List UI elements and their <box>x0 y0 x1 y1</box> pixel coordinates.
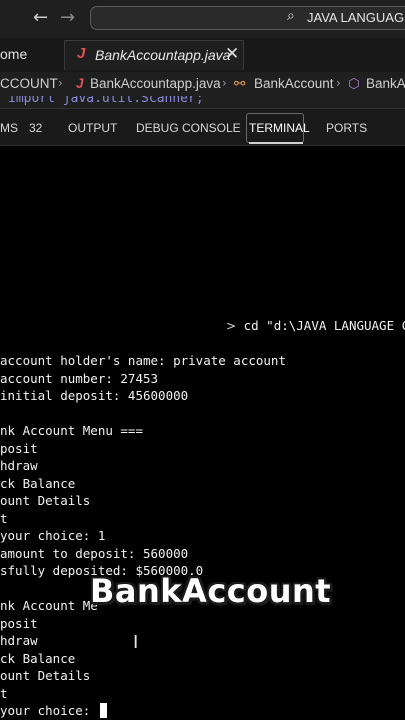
text-cursor-icon: I <box>133 632 139 653</box>
breadcrumb-item-class[interactable]: BankAccount <box>254 76 334 91</box>
java-file-icon: J <box>76 76 84 91</box>
editor-tab-bar: ome J BankAccountapp.java ✕ <box>0 38 405 73</box>
terminal-input-line[interactable]: your choice: <box>0 702 107 719</box>
terminal-output-line: ount Details <box>0 668 91 683</box>
terminal-output-line: hdraw <box>0 633 38 648</box>
search-icon: ⌕ <box>287 8 295 24</box>
class-icon: ⚯ <box>234 76 246 92</box>
chevron-right-icon: › <box>58 76 63 90</box>
code-line: import java.util.Scanner; <box>8 96 204 106</box>
close-icon[interactable]: ✕ <box>225 44 239 64</box>
title-bar: ← → ⌕ JAVA LANGUAGE C <box>0 0 405 38</box>
terminal-cursor <box>99 703 107 718</box>
terminal-output-line: nk Account Menu === <box>0 423 143 438</box>
tab-bankaccountapp[interactable]: J BankAccountapp.java ✕ <box>64 40 244 70</box>
terminal-output-line: ck Balance <box>0 475 76 491</box>
caption-overlay: BankAccount <box>90 572 332 610</box>
terminal-output-line: t <box>0 510 8 526</box>
terminal-prompt-text: your choice: <box>0 703 98 718</box>
java-file-icon: J <box>77 45 86 62</box>
problems-count-badge: 32 <box>29 121 43 135</box>
terminal-command-line: > cd "d:\JAVA LANGUAGE CO <box>226 317 405 335</box>
tab-problems[interactable]: MS <box>0 121 18 135</box>
code-peek: import java.util.Scanner; <box>0 96 405 108</box>
terminal-output-line: ck Balance <box>0 650 76 666</box>
terminal-output-line: account number: 27453 <box>0 370 159 386</box>
terminal-command: cd "d:\JAVA LANGUAGE CO <box>243 318 405 333</box>
active-tab-underline <box>249 142 303 144</box>
arrow-left-icon[interactable]: ← <box>33 7 48 28</box>
panel-tab-bar: MS 32 OUTPUT DEBUG CONSOLE TERMINAL PORT… <box>0 108 405 146</box>
terminal-output-line: posit <box>0 440 38 456</box>
terminal-output-line: posit <box>0 615 38 631</box>
terminal-panel[interactable]: > cd "d:\JAVA LANGUAGE CO account holder… <box>0 147 405 720</box>
search-text: JAVA LANGUAGE C <box>307 10 405 25</box>
terminal-output-line: your choice: 1 <box>0 528 106 543</box>
terminal-output-line: t <box>0 685 8 701</box>
tab-terminal[interactable]: TERMINAL <box>249 121 310 135</box>
tab-debug-console[interactable]: DEBUG CONSOLE <box>136 121 241 135</box>
chevron-right-icon: › <box>336 76 341 90</box>
method-icon: ⬡ <box>348 76 360 92</box>
tab-welcome[interactable]: ome <box>0 46 27 62</box>
command-center-search[interactable]: ⌕ JAVA LANGUAGE C <box>90 6 405 30</box>
tab-label: BankAccountapp.java <box>95 47 231 63</box>
breadcrumb-item-file[interactable]: BankAccountapp.java <box>90 76 221 91</box>
terminal-output-line: initial deposit: 45600000 <box>0 388 189 403</box>
terminal-output-line: amount to deposit: 560000 <box>0 545 189 561</box>
terminal-output-line: hdraw <box>0 458 38 473</box>
terminal-output-line: account holder's name: private account <box>0 353 286 368</box>
breadcrumb-item-member[interactable]: BankAcc <box>366 76 405 91</box>
breadcrumb: CCOUNT › J BankAccountapp.java › ⚯ BankA… <box>0 72 405 96</box>
breadcrumb-item-folder[interactable]: CCOUNT <box>0 76 58 91</box>
terminal-output-line: nk Account Me <box>0 598 98 613</box>
arrow-right-icon[interactable]: → <box>60 7 75 28</box>
terminal-output-line: ount Details <box>0 493 91 508</box>
prompt-chevron-icon: > <box>226 319 237 333</box>
tab-output[interactable]: OUTPUT <box>68 121 117 135</box>
chevron-right-icon: › <box>222 76 227 90</box>
tab-ports[interactable]: PORTS <box>326 121 367 135</box>
